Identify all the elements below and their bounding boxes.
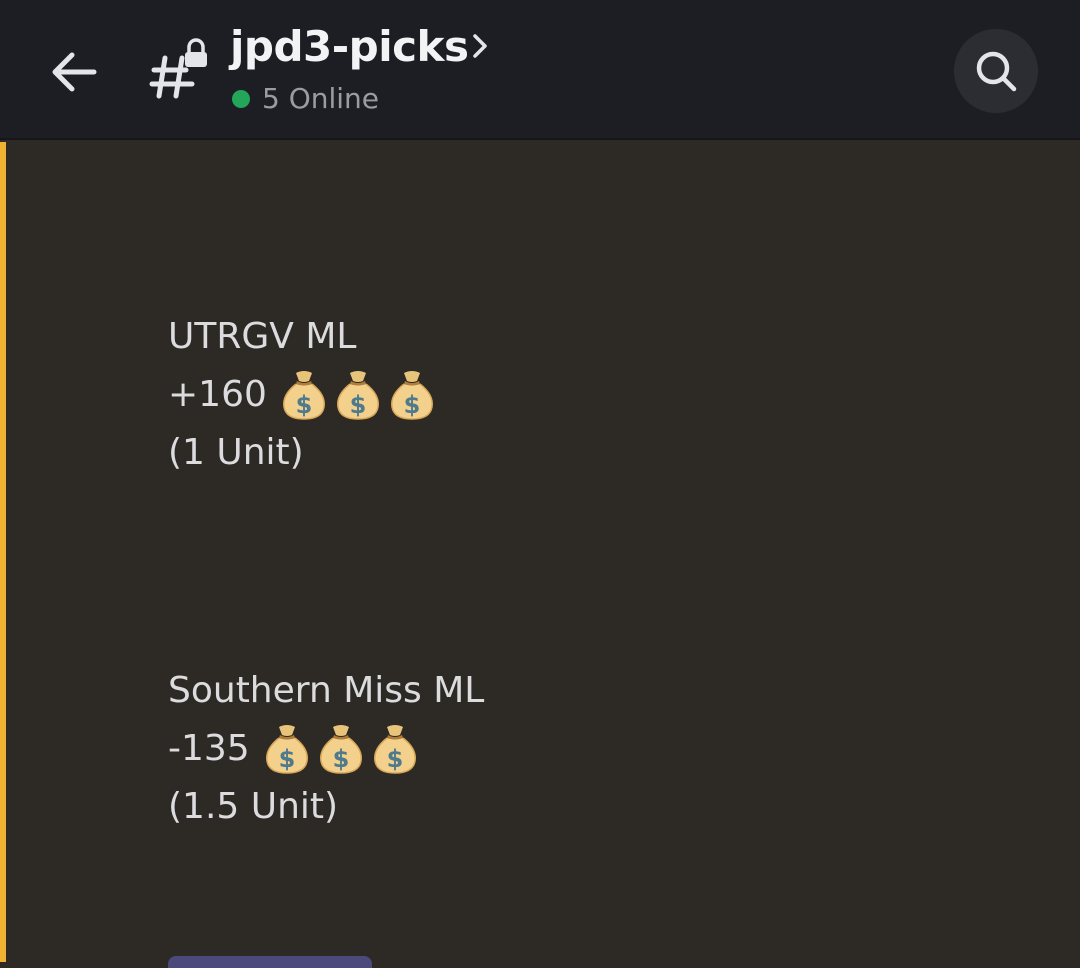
pick-odds: -135 (168, 728, 250, 769)
pick-block: Southern Miss ML -135 (1.5 Unit) (168, 662, 484, 836)
pick-units: (1.5 Unit) (168, 786, 339, 827)
pick-team: Southern Miss ML (168, 670, 485, 711)
pick-team: UTRGV ML (168, 316, 357, 357)
online-count: 5 Online (262, 82, 380, 115)
money-bag-icon (370, 723, 420, 775)
pick-odds: +160 (168, 374, 267, 415)
pick-odds-line: -135 (168, 720, 484, 778)
back-button[interactable] (40, 38, 108, 106)
channel-name[interactable]: jpd3-picks (230, 22, 469, 71)
pick-units: (1 Unit) (168, 432, 304, 473)
money-bag-emojis (262, 723, 420, 775)
chevron-right-icon[interactable] (468, 30, 492, 62)
money-bag-icon (279, 369, 329, 421)
arrow-left-icon (52, 52, 97, 92)
locked-hashtag-icon (149, 38, 207, 99)
message-accent-bar (0, 142, 6, 962)
pick-odds-line: +160 (168, 366, 437, 424)
pick-block: UTRGV ML +160 (1 Unit) (168, 308, 437, 482)
money-bag-icon (262, 723, 312, 775)
money-bag-emojis (279, 369, 437, 421)
search-button[interactable] (954, 29, 1038, 113)
money-bag-icon (387, 369, 437, 421)
money-bag-icon (316, 723, 366, 775)
search-icon (976, 51, 1017, 92)
reaction-chip[interactable] (168, 956, 372, 968)
money-bag-icon (333, 369, 383, 421)
channel-header: jpd3-picks 5 Online (0, 0, 1080, 140)
online-status-dot (232, 90, 250, 108)
